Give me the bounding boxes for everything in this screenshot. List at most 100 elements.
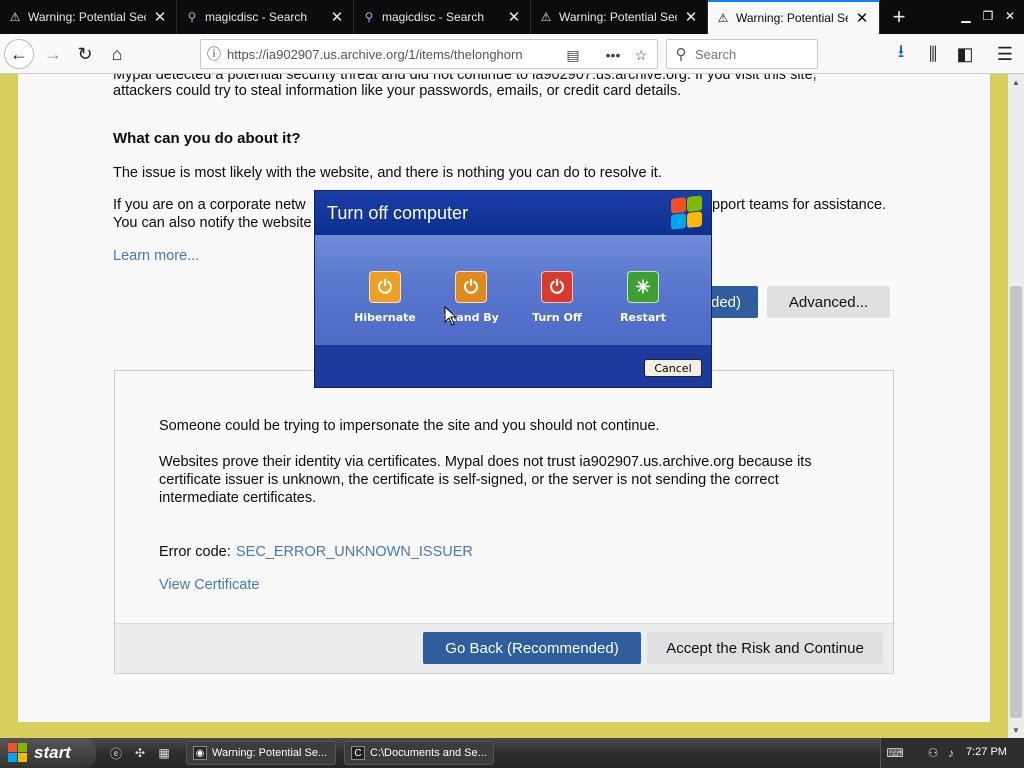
search-box[interactable]: ⚲ — [666, 39, 818, 69]
certificate-text-line2: certificate issuer is unknown, the certi… — [159, 472, 779, 488]
reader-view-icon[interactable]: ▤ — [563, 45, 583, 65]
tab-warning-1[interactable]: ⚠ Warning: Potential Security Risk Ahead… — [0, 0, 177, 34]
restart-label[interactable]: Restart — [603, 311, 683, 324]
page-actions-icon[interactable]: ••• — [603, 45, 623, 65]
info-icon[interactable]: ⓘ — [201, 44, 227, 64]
firefox-icon: ◉ — [193, 746, 207, 760]
tab-strip: ⚠ Warning: Potential Security Risk Ahead… — [0, 0, 1024, 34]
network-tray-icon[interactable]: ⚇ — [925, 745, 941, 761]
taskbar-item-browser[interactable]: ◉ Warning: Potential Se... — [186, 741, 336, 765]
tab-warning-active[interactable]: ⚠ Warning: Potential Security Risk Ahead… — [708, 0, 880, 34]
page-viewport: Mypal detected a potential security thre… — [0, 74, 1008, 738]
error-code-label: Error code: — [159, 544, 231, 560]
hibernate-label[interactable]: Hibernate — [345, 311, 425, 324]
windows-flag-icon — [8, 743, 28, 763]
keyboard-tray-icon[interactable]: ⌨ — [886, 745, 903, 761]
downloads-icon[interactable]: ⭳ — [886, 39, 916, 69]
standby-label[interactable]: Stand By — [431, 311, 511, 324]
desktop-quicklaunch-icon[interactable]: ▦ — [156, 745, 172, 761]
scroll-up-icon[interactable]: ▲ — [1008, 74, 1024, 90]
dialog-header: Turn off computer — [315, 191, 711, 235]
menu-icon[interactable]: ☰ — [990, 39, 1020, 69]
close-icon[interactable]: ✕ — [683, 8, 699, 26]
bookmark-star-icon[interactable]: ☆ — [631, 45, 651, 65]
tab-label: Warning: Potential Security Risk Ahead — [559, 10, 677, 24]
standby-option[interactable]: ⏻ Stand By — [431, 271, 511, 324]
tab-label: Warning: Potential Security Risk Ahead — [28, 10, 146, 24]
cmd-icon: C — [351, 746, 365, 760]
close-icon[interactable]: ✕ — [152, 8, 168, 26]
reload-button[interactable]: ↻ — [70, 39, 100, 69]
certificate-text-line3: intermediate certificates. — [159, 490, 317, 506]
warning-icon: ⚠ — [540, 10, 552, 24]
start-label[interactable]: start — [34, 743, 71, 763]
turn-off-label[interactable]: Turn Off — [517, 311, 597, 324]
error-page: Mypal detected a potential security thre… — [18, 74, 990, 722]
scroll-thumb[interactable] — [1010, 286, 1022, 718]
hibernate-icon[interactable]: ⏻ — [369, 271, 401, 303]
tab-warning-2[interactable]: ⚠ Warning: Potential Security Risk Ahead… — [531, 0, 708, 34]
power-icon[interactable]: ⏻ — [541, 271, 573, 303]
ie-quicklaunch-icon[interactable]: ⓔ — [108, 745, 124, 761]
scroll-down-icon[interactable]: ▼ — [1008, 722, 1024, 738]
volume-tray-icon[interactable]: ♪ — [943, 745, 959, 761]
restart-option[interactable]: ✳ Restart — [603, 271, 683, 324]
home-button[interactable]: ⌂ — [102, 39, 132, 69]
nav-toolbar: ← → ↻ ⌂ ⓘ https://ia902907.us.archive.or… — [0, 34, 1024, 74]
intro-text-line2: attackers could try to steal information… — [113, 83, 682, 99]
advanced-panel: Someone could be trying to impersonate t… — [114, 370, 894, 674]
back-button[interactable]: ← — [4, 39, 34, 69]
tab-search-2[interactable]: ⚲ magicdisc - Search ✕ — [354, 0, 531, 34]
advanced-footer: Go Back (Recommended) Accept the Risk an… — [115, 623, 893, 673]
view-certificate-link[interactable]: View Certificate — [159, 576, 259, 594]
learn-more-link[interactable]: Learn more... — [113, 247, 199, 265]
search-icon: ⚲ — [364, 10, 374, 24]
accept-risk-button[interactable]: Accept the Risk and Continue — [647, 632, 883, 664]
hibernate-option[interactable]: ⏻ Hibernate — [345, 271, 425, 324]
taskbar-item-cmd[interactable]: C C:\Documents and Se... — [344, 741, 494, 765]
start-button[interactable]: start — [0, 738, 96, 768]
warning-icon: ⚠ — [9, 10, 21, 24]
search-icon: ⚲ — [675, 46, 687, 63]
minimize-button[interactable]: ▁ — [956, 7, 976, 25]
close-icon[interactable]: ✕ — [854, 9, 870, 27]
new-tab-button[interactable]: + — [884, 0, 914, 34]
tab-label: magicdisc - Search — [205, 10, 308, 24]
mouse-cursor-icon — [444, 306, 456, 326]
restore-button[interactable]: ❐ — [978, 7, 998, 25]
close-icon[interactable]: ✕ — [506, 8, 522, 26]
forward-button[interactable]: → — [38, 39, 68, 69]
paragraph-resolve: The issue is most likely with the websit… — [113, 165, 662, 181]
advanced-button[interactable]: Advanced... — [767, 286, 890, 318]
paragraph-corporate-a: If you are on a corporate netw — [113, 197, 306, 213]
media-quicklaunch-icon[interactable]: ✣ — [132, 745, 148, 761]
paragraph-corporate-b: pport teams for assistance. — [712, 197, 887, 213]
turn-off-dialog: Turn off computer ⏻ Hibernate ⏻ Stand By… — [314, 190, 712, 388]
go-back-button[interactable]: Go Back (Recommended) — [423, 632, 641, 664]
certificate-text-line1: Websites prove their identity via certif… — [159, 454, 812, 470]
section-heading: What can you do about it? — [113, 130, 301, 147]
standby-icon[interactable]: ⏻ — [455, 271, 487, 303]
search-icon: ⚲ — [187, 10, 197, 24]
restart-icon[interactable]: ✳ — [627, 271, 659, 303]
close-icon[interactable]: ✕ — [329, 8, 345, 26]
tab-label: magicdisc - Search — [382, 10, 485, 24]
cancel-button[interactable]: Cancel — [644, 359, 702, 377]
window-close-button[interactable]: ✕ — [1000, 7, 1020, 25]
task-label: C:\Documents and Se... — [370, 747, 487, 759]
tab-search-1[interactable]: ⚲ magicdisc - Search ✕ — [177, 0, 354, 34]
dialog-options: ⏻ Hibernate ⏻ Stand By ⏻ Turn Off ✳ Rest… — [315, 235, 711, 345]
paragraph-notify: You can also notify the website — [113, 215, 312, 231]
clock[interactable]: 7:27 PM — [966, 746, 1007, 758]
warning-icon: ⚠ — [717, 11, 729, 25]
dialog-title: Turn off computer — [327, 203, 469, 223]
search-input[interactable] — [695, 46, 805, 62]
url-bar[interactable]: ⓘ https://ia902907.us.archive.org/1/item… — [200, 39, 658, 69]
library-icon[interactable]: ⫼ — [918, 39, 948, 69]
url-text[interactable]: https://ia902907.us.archive.org/1/items/… — [227, 47, 527, 62]
impersonate-text: Someone could be trying to impersonate t… — [159, 418, 660, 434]
turn-off-option[interactable]: ⏻ Turn Off — [517, 271, 597, 324]
vertical-scrollbar[interactable]: ▲ ▼ — [1008, 74, 1024, 738]
sidebar-icon[interactable]: ◧ — [950, 39, 980, 69]
error-code-link[interactable]: SEC_ERROR_UNKNOWN_ISSUER — [236, 543, 473, 561]
